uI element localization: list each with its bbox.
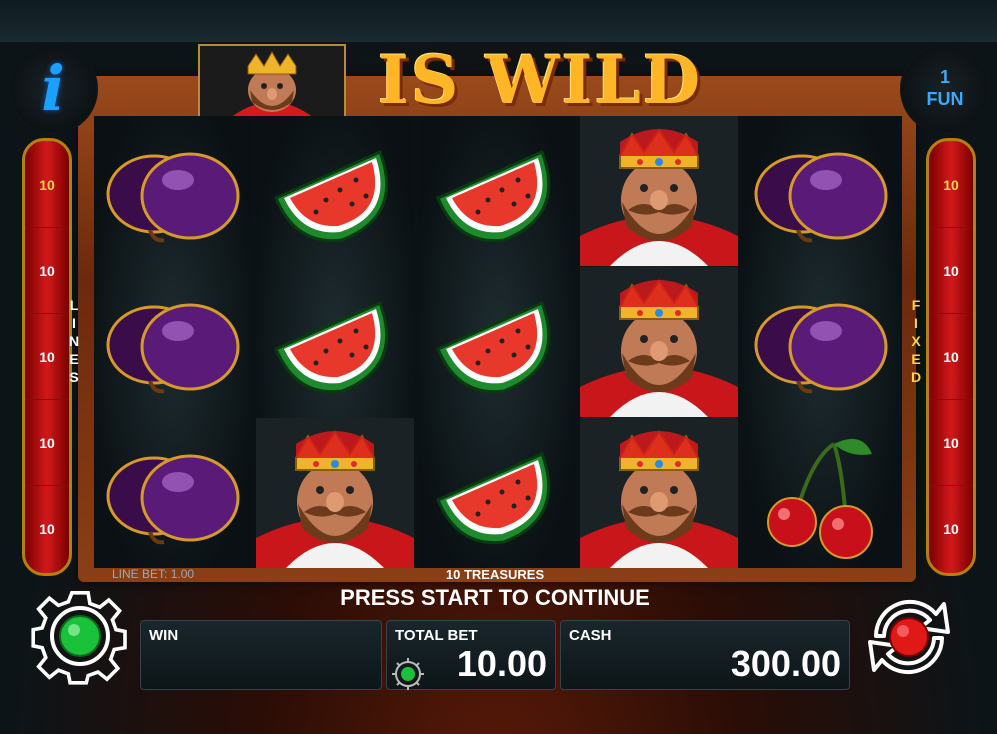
reel-1 bbox=[94, 116, 252, 568]
cash-label: CASH bbox=[569, 627, 612, 644]
total-bet-panel[interactable]: TOTAL BET 10.00 bbox=[386, 620, 556, 690]
king-icon bbox=[580, 267, 738, 417]
banner-king-icon bbox=[198, 44, 346, 120]
reel-2 bbox=[256, 116, 414, 568]
plum-icon bbox=[742, 267, 900, 417]
plum-icon bbox=[94, 116, 252, 266]
king-icon bbox=[580, 418, 738, 568]
top-bar bbox=[0, 0, 997, 42]
wild-banner-text: IS WILD bbox=[378, 41, 703, 119]
line-bet-text: LINE BET: 1.00 bbox=[112, 567, 195, 581]
fun-button[interactable]: 1 FUN bbox=[900, 44, 990, 134]
king-icon bbox=[256, 418, 414, 568]
watermelon-icon bbox=[418, 116, 576, 266]
watermelon-icon bbox=[418, 267, 576, 417]
status-message: PRESS START TO CONTINUE bbox=[340, 585, 650, 610]
spin-button[interactable] bbox=[858, 586, 960, 688]
spin-arrows-icon bbox=[868, 599, 950, 675]
fixed-bar: 10 10 10 10 10 bbox=[926, 138, 976, 576]
watermelon-icon bbox=[418, 418, 576, 568]
watermelon-icon bbox=[256, 116, 414, 266]
reels-area[interactable] bbox=[94, 116, 902, 568]
lines-label: LINES bbox=[68, 297, 80, 385]
reel-4 bbox=[580, 116, 738, 568]
fixed-value[interactable]: 10 bbox=[929, 349, 973, 365]
reel-3 bbox=[418, 116, 576, 568]
plum-icon bbox=[742, 116, 900, 266]
win-panel: WIN bbox=[140, 620, 382, 690]
lines-value[interactable]: 10 bbox=[25, 521, 69, 537]
cash-value: 300.00 bbox=[730, 643, 841, 684]
total-bet-label: TOTAL BET bbox=[395, 627, 478, 644]
lines-value[interactable]: 10 bbox=[25, 263, 69, 279]
total-bet-value: 10.00 bbox=[456, 643, 547, 684]
fun-text: FUN bbox=[926, 89, 964, 109]
fixed-value[interactable]: 10 bbox=[929, 177, 973, 193]
reel-5 bbox=[742, 116, 900, 568]
cherries-icon bbox=[742, 418, 900, 568]
fun-label: 1 FUN bbox=[902, 66, 988, 110]
settings-button[interactable] bbox=[28, 584, 132, 688]
info-i-icon: i bbox=[41, 52, 65, 125]
plum-icon bbox=[94, 267, 252, 417]
lines-value[interactable]: 10 bbox=[25, 177, 69, 193]
watermelon-icon bbox=[256, 267, 414, 417]
fixed-value[interactable]: 10 bbox=[929, 435, 973, 451]
fixed-value[interactable]: 10 bbox=[929, 263, 973, 279]
gear-icon bbox=[31, 590, 127, 685]
info-button[interactable]: i bbox=[8, 44, 98, 134]
lines-bar: 10 10 10 10 10 bbox=[22, 138, 72, 576]
fixed-label: FIXED bbox=[910, 297, 922, 385]
lines-value[interactable]: 10 bbox=[25, 349, 69, 365]
plum-icon bbox=[94, 418, 252, 568]
game-name: 10 TREASURES bbox=[445, 567, 545, 582]
bet-gear-icon[interactable] bbox=[391, 657, 425, 691]
cash-panel: CASH 300.00 bbox=[560, 620, 850, 690]
king-icon bbox=[580, 116, 738, 266]
lines-value[interactable]: 10 bbox=[25, 435, 69, 451]
fun-count: 1 bbox=[939, 67, 950, 87]
fixed-value[interactable]: 10 bbox=[929, 521, 973, 537]
win-label: WIN bbox=[149, 627, 179, 644]
